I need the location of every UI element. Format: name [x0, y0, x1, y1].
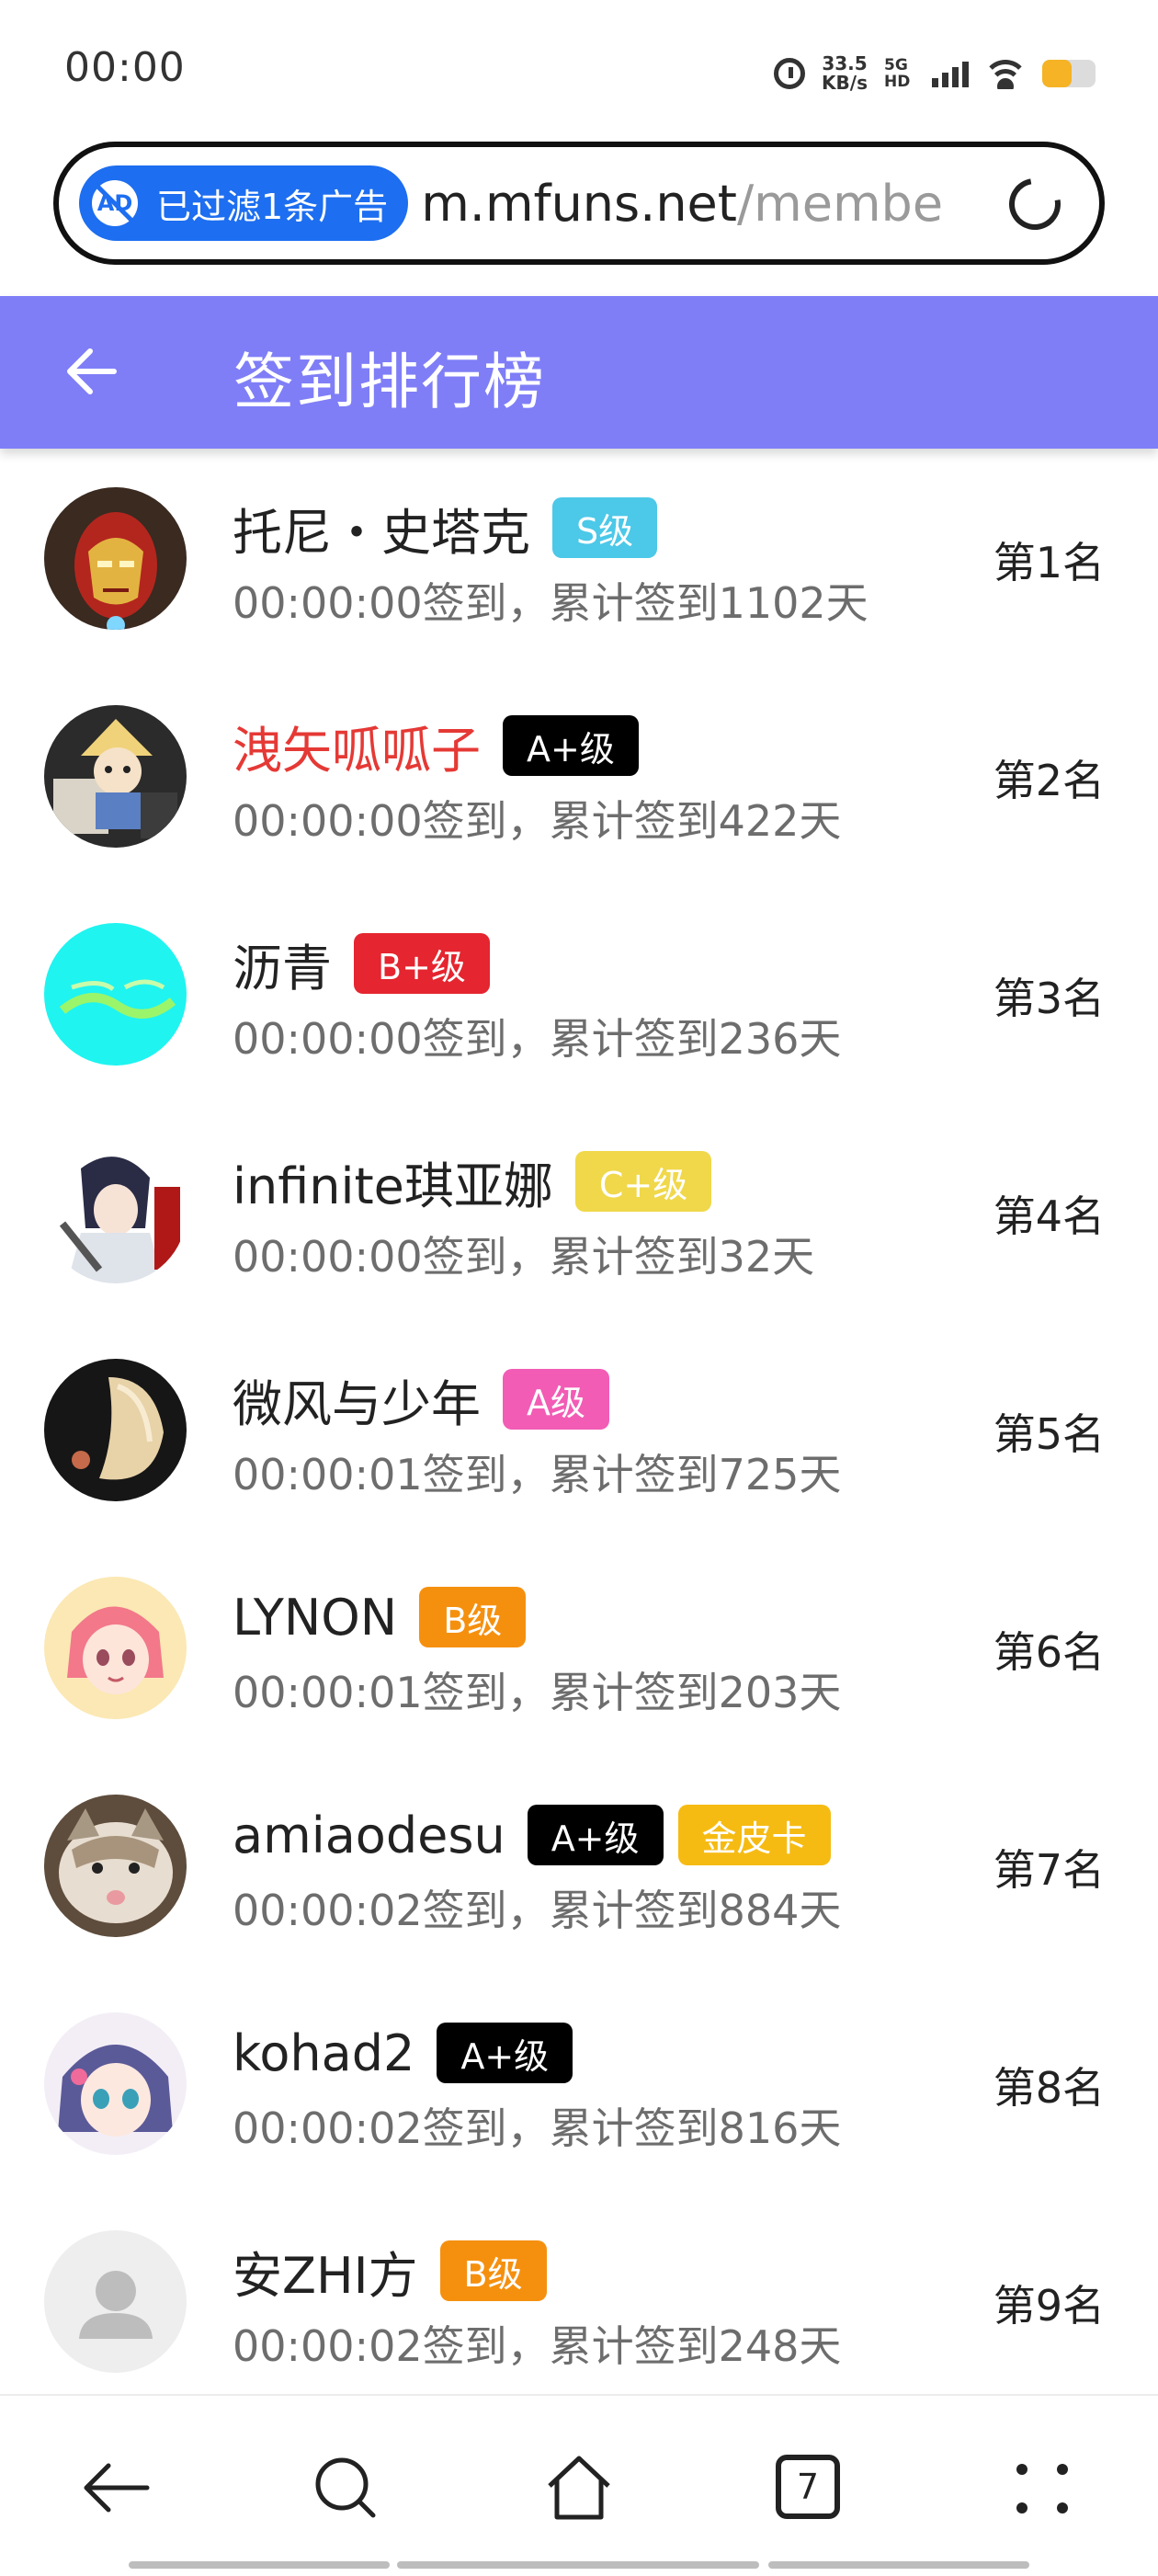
gesture-bar-center	[397, 2561, 759, 2569]
checkin-info: 00:00:02签到，累计签到816天	[233, 2103, 842, 2153]
rank-label: 第6名	[993, 1627, 1105, 1677]
wifi-icon	[985, 58, 1026, 89]
checkin-info: 00:00:01签到，累计签到725天	[233, 1450, 842, 1499]
level-badge: B级	[439, 2240, 547, 2301]
battery-level	[1042, 60, 1072, 87]
name-line: 微风与少年 A级	[233, 1364, 609, 1434]
name-line: 沥青 B+级	[233, 929, 490, 998]
level-badge: A级	[503, 1369, 609, 1430]
tabs-icon[interactable]: 7	[776, 2455, 849, 2528]
level-badge: A+级	[437, 2023, 573, 2083]
status-icons: 33.5 KB/s 5G HD	[774, 48, 1096, 99]
tab-count: 7	[776, 2455, 840, 2519]
name-line: infinite琪亚娜 C+级	[233, 1146, 712, 1218]
page-title: 签到排行榜	[233, 347, 546, 417]
ranking-list: 托尼・史塔克 S级 00:00:00签到，累计签到1102天 第1名 洩矢呱呱子…	[0, 449, 1158, 2410]
alarm-icon	[774, 58, 806, 89]
url-field[interactable]: m.mfuns.net/membe	[421, 175, 954, 233]
rank-label: 第2名	[993, 756, 1105, 805]
address-bar[interactable]: AD 已过滤1条广告 m.mfuns.net/membe	[53, 142, 1105, 265]
list-item[interactable]: 托尼・史塔克 S级 00:00:00签到，累计签到1102天 第1名	[0, 449, 1158, 667]
level-badge: S级	[552, 497, 658, 558]
user-name[interactable]: 安ZHI方	[233, 2235, 418, 2308]
app-header: 签到排行榜	[0, 296, 1158, 449]
ad-filter-label: 已过滤1条广告	[156, 186, 389, 227]
avatar[interactable]	[44, 487, 187, 630]
user-name[interactable]: amiaodesu	[233, 1807, 505, 1864]
name-line: 托尼・史塔克 S级	[233, 492, 658, 564]
user-name[interactable]: 托尼・史塔克	[233, 492, 530, 564]
battery-icon	[1042, 60, 1096, 87]
network-speed: 33.5 KB/s	[822, 52, 868, 94]
name-line: 安ZHI方 B级	[233, 2236, 547, 2306]
status-bar: 00:00 33.5 KB/s 5G HD	[0, 0, 1158, 138]
list-item[interactable]: 沥青 B+级 00:00:00签到，累计签到236天 第3名	[0, 884, 1158, 1102]
list-item[interactable]: 微风与少年 A级 00:00:01签到，累计签到725天 第5名	[0, 1320, 1158, 1538]
list-item[interactable]: 安ZHI方 B级 00:00:02签到，累计签到248天 第9名	[0, 2192, 1158, 2410]
ad-filter-badge[interactable]: AD 已过滤1条广告	[79, 165, 409, 241]
reload-icon[interactable]	[999, 168, 1071, 240]
avatar[interactable]	[44, 705, 187, 848]
avatar[interactable]	[44, 2012, 187, 2155]
avatar[interactable]	[44, 1795, 187, 1937]
gesture-bar-left	[129, 2561, 390, 2569]
home-icon[interactable]	[542, 2451, 616, 2525]
name-line: 洩矢呱呱子 A+级	[233, 711, 639, 781]
list-item[interactable]: kohad2 A+级 00:00:02签到，累计签到816天 第8名	[0, 1974, 1158, 2192]
user-name[interactable]: kohad2	[233, 2024, 414, 2082]
status-time: 00:00	[64, 44, 186, 91]
checkin-info: 00:00:00签到，累计签到236天	[233, 1014, 842, 1064]
avatar[interactable]	[44, 1141, 187, 1283]
url-host: m.mfuns.net	[421, 174, 737, 233]
user-name[interactable]: 沥青	[233, 928, 332, 1000]
user-name[interactable]: infinite琪亚娜	[233, 1146, 553, 1218]
name-line: LYNON B级	[233, 1582, 527, 1652]
name-line: kohad2 A+级	[233, 2018, 573, 2088]
url-path: /membe	[736, 174, 944, 233]
level-badge: B+级	[354, 933, 490, 994]
list-item[interactable]: amiaodesu A+级 金皮卡 00:00:02签到，累计签到884天 第7…	[0, 1756, 1158, 1974]
list-item[interactable]: infinite琪亚娜 C+级 00:00:00签到，累计签到32天 第4名	[0, 1102, 1158, 1320]
vip-card-badge: 金皮卡	[677, 1805, 831, 1865]
rank-label: 第9名	[993, 2281, 1105, 2331]
name-line: amiaodesu A+级 金皮卡	[233, 1800, 831, 1870]
checkin-info: 00:00:02签到，累计签到884天	[233, 1886, 842, 1935]
rank-label: 第1名	[993, 538, 1105, 587]
signal-icon	[932, 60, 969, 87]
checkin-info: 00:00:00签到，累计签到422天	[233, 796, 842, 846]
network-type: 5G HD	[884, 56, 911, 91]
avatar[interactable]	[44, 923, 187, 1066]
level-badge: A+级	[527, 1805, 664, 1865]
gesture-bar-right	[768, 2561, 1029, 2569]
checkin-info: 00:00:01签到，累计签到203天	[233, 1668, 842, 1717]
back-icon[interactable]	[79, 2451, 153, 2525]
bottom-nav: 7	[0, 2394, 1158, 2576]
level-badge: B级	[419, 1587, 527, 1647]
ad-block-icon: AD	[92, 180, 138, 226]
checkin-info: 00:00:00签到，累计签到32天	[233, 1232, 815, 1282]
level-badge: A+级	[503, 715, 639, 776]
rank-label: 第8名	[993, 2063, 1105, 2113]
search-icon[interactable]	[309, 2451, 382, 2525]
user-name[interactable]: 洩矢呱呱子	[233, 710, 481, 782]
user-name[interactable]: LYNON	[233, 1589, 397, 1647]
checkin-info: 00:00:02签到，累计签到248天	[233, 2321, 842, 2371]
rank-label: 第4名	[993, 1191, 1105, 1241]
more-icon[interactable]	[1007, 2451, 1081, 2525]
checkin-info: 00:00:00签到，累计签到1102天	[233, 578, 868, 628]
rank-label: 第3名	[993, 974, 1105, 1023]
rank-label: 第5名	[993, 1409, 1105, 1459]
avatar[interactable]	[44, 1577, 187, 1719]
user-name[interactable]: 微风与少年	[233, 1363, 481, 1436]
list-item[interactable]: LYNON B级 00:00:01签到，累计签到203天 第6名	[0, 1538, 1158, 1756]
avatar[interactable]	[44, 2230, 187, 2373]
level-badge: C+级	[574, 1151, 712, 1212]
avatar[interactable]	[44, 1359, 187, 1501]
rank-label: 第7名	[993, 1845, 1105, 1895]
back-arrow-icon[interactable]	[62, 342, 121, 401]
list-item[interactable]: 洩矢呱呱子 A+级 00:00:00签到，累计签到422天 第2名	[0, 667, 1158, 884]
